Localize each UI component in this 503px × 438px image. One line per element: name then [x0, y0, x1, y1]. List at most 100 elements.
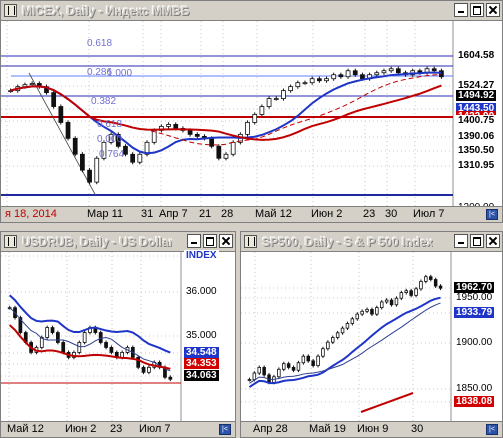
- sp500-candle: [375, 305, 379, 317]
- close-icon[interactable]: [486, 3, 500, 17]
- time-axis-label: Май 19: [309, 423, 346, 435]
- sp500-time-axis: Апр 28 Май 19 Июн 9 30 |<: [241, 421, 502, 437]
- usdrub-time-axis: Май 12 Июн 2 23 Июл 7 |<: [1, 421, 235, 437]
- time-axis-label: Апр 28: [253, 423, 288, 435]
- time-axis-label: Июн 2: [65, 423, 97, 435]
- time-axis-label: 28: [221, 208, 234, 220]
- micex-candle: [259, 104, 265, 117]
- micex-candle: [252, 112, 258, 125]
- maximize-icon[interactable]: [470, 3, 484, 17]
- sp500-candle: [301, 354, 306, 365]
- micex-candle: [245, 120, 250, 137]
- fibonacci-level-label: 0.618: [97, 119, 122, 130]
- usdrub-candle: [45, 325, 50, 340]
- micex-candle: [137, 152, 143, 165]
- sp500-window[interactable]: SP500, Daily - S & P 500 Index 1962.70 19…: [240, 231, 503, 438]
- maximize-icon[interactable]: [203, 234, 217, 248]
- fibonacci-level-label: 0.000: [97, 134, 122, 145]
- price-level-label: 35.000: [186, 330, 217, 341]
- sp500-window-title: SP500, Daily - S & P 500 Index: [262, 235, 434, 249]
- sp500-candle: [433, 277, 438, 288]
- time-axis-label: Мар 11: [87, 208, 123, 220]
- micex-candle: [123, 144, 128, 157]
- price-level-label: 1838.08: [454, 396, 495, 407]
- sp500-candle: [414, 286, 418, 298]
- price-level-label: INDEX: [184, 250, 219, 261]
- sp500-candle: [262, 365, 266, 377]
- minimize-icon[interactable]: [454, 234, 468, 248]
- price-level-label: 1310.95: [456, 160, 497, 171]
- price-level-label: 1390.06: [456, 131, 497, 142]
- chart-window-icon: [244, 235, 257, 248]
- sp500-candle: [394, 296, 399, 307]
- micex-candle: [80, 152, 85, 173]
- micex-candle: [216, 144, 222, 161]
- usdrub-titlebar[interactable]: USDRUB, Daily - US Dollar vs: [1, 232, 235, 252]
- close-icon[interactable]: [486, 234, 500, 248]
- micex-candle: [94, 156, 100, 185]
- fibonacci-level-label: 1.000: [107, 68, 132, 79]
- micex-candle: [72, 136, 78, 157]
- sp500-candle: [326, 340, 330, 351]
- time-axis-label: Апр 7: [159, 208, 188, 220]
- usdrub-candle: [98, 330, 103, 345]
- sp500-candle: [321, 346, 325, 359]
- usdrub-window[interactable]: USDRUB, Daily - US Dollar vs INDEX 36.000…: [0, 231, 236, 438]
- minimize-icon[interactable]: [454, 3, 468, 17]
- sp500-candle: [296, 360, 301, 373]
- price-level-label: 1900.00: [456, 337, 493, 348]
- chart-window-icon: [4, 4, 17, 17]
- fibonacci-level-label: 0.382: [91, 96, 116, 107]
- chart-shift-icon[interactable]: |<: [486, 209, 498, 220]
- usdrub-candle: [77, 340, 82, 355]
- chart-shift-icon[interactable]: |<: [219, 424, 231, 435]
- price-level-label: 34.353: [184, 358, 219, 369]
- price-level-label: 1494.92: [456, 90, 497, 101]
- micex-chart[interactable]: 0.6180.2861.0000.3820.6180.0000.764: [1, 21, 503, 208]
- usdrub-candle: [82, 330, 87, 345]
- time-axis-label: 23: [363, 208, 376, 220]
- micex-window-title: MICEX, Daily - Индекс ММВБ: [22, 4, 190, 18]
- micex-time-axis: я 18, 2014 Мар 11 31 Апр 7 21 28 Май 12 Июн 2 23…: [1, 206, 502, 222]
- time-axis-label: Июл 7: [139, 423, 171, 435]
- price-level-label: 1604.58: [456, 50, 497, 61]
- minimize-icon[interactable]: [187, 234, 201, 248]
- time-axis-label: 30: [385, 208, 398, 220]
- time-axis-label: 21: [199, 208, 212, 220]
- sp500-candle: [419, 279, 423, 291]
- price-level-label: 34.548: [184, 347, 219, 358]
- time-axis-label: Июн 9: [357, 423, 389, 435]
- time-axis-label: я 18, 2014: [5, 208, 57, 220]
- micex-candle: [87, 168, 92, 185]
- micex-titlebar[interactable]: MICEX, Daily - Индекс ММВБ: [1, 1, 502, 21]
- time-axis-label: Май 12: [7, 423, 44, 435]
- time-axis-label: Июл 7: [413, 208, 445, 220]
- micex-candle: [58, 104, 64, 125]
- chart-shift-icon[interactable]: |<: [486, 424, 498, 435]
- chart-window-icon: [4, 235, 17, 248]
- micex-candle: [151, 128, 157, 145]
- usdrub-candle: [136, 355, 141, 370]
- micex-window-controls: [452, 3, 500, 21]
- fibonacci-level-label: 0.618: [87, 38, 112, 49]
- micex-window[interactable]: MICEX, Daily - Индекс ММВБ 0.618 0.286 1.0…: [0, 0, 503, 223]
- micex-candle: [51, 90, 57, 109]
- fibonacci-level-label: 0.764: [99, 149, 124, 160]
- usdrub-window-title: USDRUB, Daily - US Dollar vs: [22, 235, 172, 249]
- price-level-label: 1350.50: [456, 145, 497, 156]
- sp500-candle: [277, 367, 281, 379]
- price-level-label: 1933.79: [454, 307, 495, 318]
- price-level-label: 34.063: [184, 370, 219, 381]
- price-level-label: 1850.00: [456, 383, 493, 394]
- close-icon[interactable]: [219, 234, 233, 248]
- time-axis-label: 23: [110, 423, 123, 435]
- maximize-icon[interactable]: [470, 234, 484, 248]
- price-level-label: 1400.75: [456, 115, 497, 126]
- sp500-candle: [316, 354, 320, 368]
- micex-candle: [65, 120, 71, 141]
- sp500-window-controls: [452, 234, 500, 252]
- sp500-titlebar[interactable]: SP500, Daily - S & P 500 Index: [241, 232, 502, 252]
- usdrub-candle: [55, 330, 60, 345]
- time-axis-label: 30: [411, 423, 424, 435]
- micex-candle: [266, 96, 272, 109]
